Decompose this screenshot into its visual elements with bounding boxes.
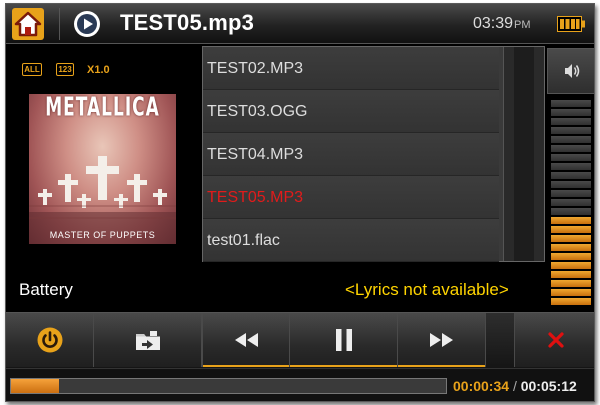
playlist-item[interactable]: test01.flac — [203, 219, 499, 262]
lyrics-text: <Lyrics not available> — [345, 280, 509, 299]
fast-forward-icon — [429, 333, 453, 347]
control-bar — [6, 312, 594, 368]
title-bar: TEST05.mp3 03:39PM — [6, 4, 594, 44]
repeat-all-icon[interactable]: ALL — [22, 63, 42, 76]
time-separator: / — [512, 378, 517, 394]
volume-segment — [551, 217, 591, 224]
home-icon — [12, 8, 44, 40]
volume-segment — [551, 280, 591, 287]
close-button[interactable] — [514, 313, 594, 367]
clock-ampm: PM — [514, 19, 531, 31]
power-icon — [37, 327, 62, 353]
power-button[interactable] — [6, 313, 94, 367]
volume-segment — [551, 289, 591, 296]
volume-segment — [551, 118, 591, 125]
home-button[interactable] — [10, 6, 46, 42]
volume-segment — [551, 244, 591, 251]
volume-segment — [551, 127, 591, 134]
volume-segment — [551, 109, 591, 116]
seek-bar[interactable] — [10, 378, 447, 394]
folder-button[interactable] — [94, 313, 202, 367]
volume-slider[interactable] — [551, 100, 591, 310]
volume-segment — [551, 208, 591, 215]
album-art: METALLICA MASTER OF PUPPETS — [29, 94, 176, 244]
volume-segment — [551, 190, 591, 197]
pause-icon — [335, 329, 352, 351]
volume-segment — [551, 172, 591, 179]
now-playing-icon — [72, 9, 102, 39]
volume-segment — [551, 253, 591, 260]
folder-icon — [135, 331, 160, 350]
seek-bar-fill — [11, 379, 59, 393]
time-display: 00:00:34 / 00:05:12 — [453, 378, 577, 394]
volume-segment — [551, 181, 591, 188]
playlist-scroll-track — [514, 47, 534, 261]
playlist-item[interactable]: TEST02.MP3 — [203, 47, 499, 90]
volume-segment — [551, 136, 591, 143]
file-title: TEST05.mp3 — [120, 10, 255, 35]
volume-segment — [551, 199, 591, 206]
track-title: Battery — [19, 280, 73, 299]
volume-segment — [551, 262, 591, 269]
play-order-icon[interactable]: 123 — [56, 63, 74, 76]
battery-icon — [557, 16, 585, 32]
album-art-crosses — [29, 156, 176, 244]
volume-segment — [551, 235, 591, 242]
rewind-icon — [235, 333, 258, 347]
elapsed-time: 00:00:34 — [453, 378, 510, 394]
speaker-icon — [565, 64, 580, 78]
progress-bar-area: 00:00:34 / 00:05:12 — [6, 368, 594, 401]
volume-segment — [551, 226, 591, 233]
volume-segment — [551, 100, 591, 107]
playlist-item[interactable]: TEST04.MP3 — [203, 133, 499, 176]
pause-button[interactable] — [290, 313, 398, 367]
fast-forward-underline — [398, 365, 485, 367]
playlist: TEST02.MP3 TEST03.OGG TEST04.MP3 TEST05.… — [202, 46, 545, 262]
playlist-item[interactable]: TEST03.OGG — [203, 90, 499, 133]
total-time: 00:05:12 — [520, 378, 577, 394]
rewind-button[interactable] — [202, 313, 290, 367]
clock: 03:39PM — [473, 15, 531, 33]
title-divider — [59, 8, 60, 40]
playlist-item-current[interactable]: TEST05.MP3 — [203, 176, 499, 219]
playback-speed[interactable]: X1.0 — [87, 64, 110, 76]
fast-forward-button[interactable] — [398, 313, 486, 367]
volume-segment — [551, 271, 591, 278]
volume-segment — [551, 163, 591, 170]
rewind-underline — [203, 365, 289, 367]
playlist-scrollbar[interactable] — [503, 47, 544, 261]
pause-underline — [290, 365, 397, 367]
volume-button[interactable] — [547, 48, 594, 94]
volume-segment — [551, 145, 591, 152]
media-player-window: TEST05.mp3 03:39PM ALL 123 X1.0 METALLIC… — [5, 3, 595, 402]
volume-segment — [551, 154, 591, 161]
album-art-caption: MASTER OF PUPPETS — [49, 230, 156, 240]
volume-segment — [551, 298, 591, 305]
close-icon — [547, 332, 564, 348]
clock-time: 03:39 — [473, 15, 514, 32]
